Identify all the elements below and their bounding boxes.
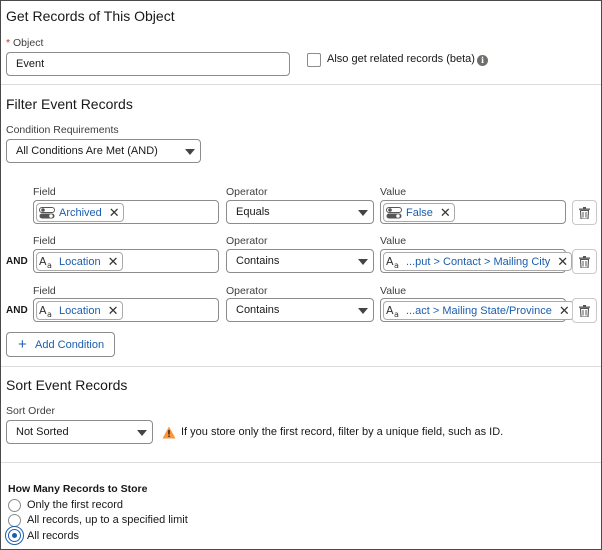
svg-text:a: a — [394, 310, 399, 318]
condition-2-field-pill: Aa Location ✕ — [36, 252, 123, 271]
add-condition-button[interactable]: + Add Condition — [6, 332, 115, 357]
info-icon[interactable]: i — [477, 55, 488, 66]
condition-3-field-input[interactable]: Aa Location ✕ — [33, 298, 219, 322]
toggle-icon — [39, 206, 55, 218]
operator-label: Operator — [226, 285, 268, 297]
object-label-text: Object — [13, 37, 44, 49]
condition-2-field-text: Location — [59, 255, 101, 268]
condition-2-value-input[interactable]: Aa ...put > Contact > Mailing City ✕ — [380, 249, 573, 273]
close-icon[interactable]: ✕ — [108, 255, 119, 268]
close-icon[interactable]: ✕ — [108, 304, 119, 317]
sort-order-value: Not Sorted — [16, 426, 69, 438]
value-label: Value — [380, 235, 407, 247]
field-label: Field — [33, 235, 56, 247]
chevron-down-icon — [137, 430, 147, 436]
required-marker: * — [6, 37, 11, 49]
close-icon[interactable]: ✕ — [109, 206, 120, 219]
store-option-all-label: All records — [27, 530, 79, 542]
condition-3-field-text: Location — [59, 304, 101, 317]
warning-icon — [162, 426, 176, 439]
condition-3-field-pill: Aa Location ✕ — [36, 301, 123, 320]
window-frame — [0, 0, 602, 550]
condition-3-value-input[interactable]: Aa ...act > Mailing State/Province ✕ — [380, 298, 574, 322]
operator-label: Operator — [226, 186, 268, 198]
condition-1-value-text: False — [406, 206, 433, 219]
trash-icon — [579, 255, 590, 268]
condition-1-delete-button[interactable] — [572, 200, 597, 225]
trash-icon — [579, 304, 590, 317]
filter-heading: Filter Event Records — [6, 96, 133, 112]
condition-2-field-input[interactable]: Aa Location ✕ — [33, 249, 219, 273]
text-field-icon: Aa — [39, 304, 52, 318]
section-divider — [1, 366, 601, 367]
operator-label: Operator — [226, 235, 268, 247]
condition-3-operator-select[interactable]: Contains — [226, 298, 374, 322]
get-records-heading: Get Records of This Object — [6, 8, 175, 24]
chevron-down-icon — [358, 259, 368, 265]
section-divider — [1, 462, 601, 463]
store-heading: How Many Records to Store — [8, 483, 148, 495]
condition-requirements-select[interactable]: All Conditions Are Met (AND) — [6, 139, 201, 163]
close-icon[interactable]: ✕ — [557, 255, 568, 268]
condition-1-field-pill: Archived ✕ — [36, 203, 124, 222]
condition-requirements-value: All Conditions Are Met (AND) — [16, 145, 158, 157]
close-icon[interactable]: ✕ — [440, 206, 451, 219]
object-label: * Object — [6, 37, 43, 49]
svg-text:A: A — [39, 255, 47, 268]
value-label: Value — [380, 285, 407, 297]
svg-text:A: A — [386, 255, 394, 268]
related-records-label: Also get related records (beta) — [327, 53, 475, 65]
svg-text:a: a — [47, 261, 52, 269]
condition-3-delete-button[interactable] — [572, 298, 597, 323]
trash-icon — [579, 206, 590, 219]
field-label: Field — [33, 285, 56, 297]
object-input-value: Event — [16, 58, 45, 70]
text-field-icon: Aa — [386, 255, 399, 269]
condition-2-delete-button[interactable] — [572, 249, 597, 274]
svg-text:a: a — [47, 310, 52, 318]
toggle-icon — [386, 206, 402, 218]
text-field-icon: Aa — [386, 304, 399, 318]
condition-3-operator-value: Contains — [236, 304, 280, 316]
section-divider — [1, 84, 601, 85]
chevron-down-icon — [358, 308, 368, 314]
condition-requirements-label: Condition Requirements — [6, 124, 119, 136]
field-label: Field — [33, 186, 56, 198]
condition-1-value-input[interactable]: False ✕ — [380, 200, 566, 224]
condition-2-operator-value: Contains — [236, 255, 280, 267]
close-icon[interactable]: ✕ — [559, 304, 570, 317]
related-records-checkbox[interactable] — [307, 53, 321, 67]
store-option-first-label: Only the first record — [27, 499, 123, 511]
condition-2-value-pill: Aa ...put > Contact > Mailing City ✕ — [383, 252, 573, 271]
plus-icon: + — [18, 336, 27, 353]
condition-2-connector: AND — [6, 256, 28, 267]
sort-order-select[interactable]: Not Sorted — [6, 420, 153, 444]
condition-3-value-pill: Aa ...act > Mailing State/Province ✕ — [383, 301, 574, 320]
svg-text:A: A — [39, 304, 47, 317]
text-field-icon: Aa — [39, 255, 52, 269]
condition-1-field-text: Archived — [59, 206, 102, 219]
value-label: Value — [380, 186, 407, 198]
store-option-limit-label: All records, up to a specified limit — [27, 514, 188, 526]
sort-order-label: Sort Order — [6, 405, 56, 417]
add-condition-label: Add Condition — [35, 339, 105, 351]
condition-3-connector: AND — [6, 305, 28, 316]
condition-2-value-text: ...put > Contact > Mailing City — [406, 255, 551, 268]
chevron-down-icon — [185, 149, 195, 155]
svg-text:a: a — [394, 261, 399, 269]
condition-1-field-input[interactable]: Archived ✕ — [33, 200, 219, 224]
store-option-all-radio[interactable] — [8, 529, 21, 542]
condition-1-operator-value: Equals — [236, 206, 270, 218]
condition-1-operator-select[interactable]: Equals — [226, 200, 374, 224]
object-input[interactable]: Event — [6, 52, 290, 76]
sort-heading: Sort Event Records — [6, 377, 128, 393]
condition-2-operator-select[interactable]: Contains — [226, 249, 374, 273]
condition-3-value-text: ...act > Mailing State/Province — [406, 304, 552, 317]
condition-1-value-pill: False ✕ — [383, 203, 455, 222]
svg-text:A: A — [386, 304, 394, 317]
chevron-down-icon — [358, 210, 368, 216]
sort-warning-text: If you store only the first record, filt… — [181, 426, 504, 438]
store-option-first-radio[interactable] — [8, 499, 21, 512]
